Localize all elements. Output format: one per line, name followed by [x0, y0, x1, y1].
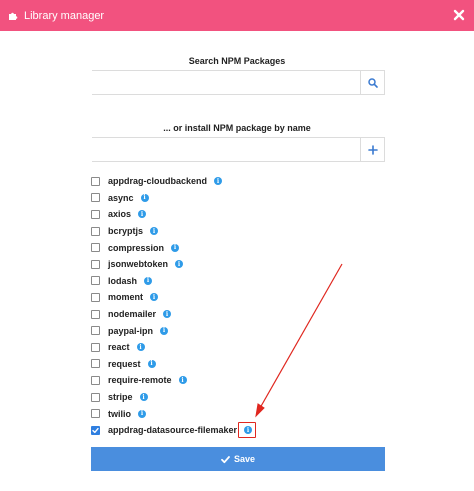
package-checkbox[interactable]	[91, 226, 100, 236]
save-button[interactable]: Save	[91, 447, 385, 471]
package-item: appdrag-datasource-filemaker i	[91, 421, 256, 439]
package-checkbox[interactable]	[91, 292, 100, 302]
package-name: twilio	[108, 408, 131, 419]
package-item: compression i	[91, 239, 252, 256]
info-icon[interactable]: i	[150, 227, 159, 236]
search-field	[92, 70, 385, 95]
package-name: request	[108, 358, 141, 369]
info-icon[interactable]: i	[144, 276, 153, 285]
info-icon[interactable]: i	[150, 293, 159, 302]
info-icon[interactable]: i	[214, 177, 223, 186]
package-checkbox[interactable]	[91, 392, 100, 402]
package-name: appdrag-datasource-filemaker	[108, 425, 238, 436]
info-icon[interactable]: i	[244, 426, 253, 435]
puzzle-icon	[9, 12, 18, 20]
package-item: twilio i	[91, 405, 252, 422]
package-checkbox[interactable]	[91, 409, 100, 419]
info-icon[interactable]: i	[160, 326, 169, 335]
package-name: bcryptjs	[108, 226, 144, 237]
info-icon[interactable]: i	[140, 193, 149, 202]
package-name: jsonwebtoken	[108, 259, 169, 270]
package-item: bcryptjs i	[91, 223, 252, 240]
info-icon[interactable]: i	[175, 260, 184, 269]
package-item: lodash i	[91, 273, 252, 290]
package-name: nodemailer	[108, 309, 157, 320]
info-icon[interactable]: i	[136, 343, 145, 352]
search-icon	[367, 77, 378, 88]
info-icon[interactable]: i	[138, 409, 146, 418]
save-label: Save	[233, 454, 256, 464]
title-bar: Library manager	[0, 0, 474, 31]
package-checkbox[interactable]	[91, 359, 100, 369]
package-item: stripe i	[91, 389, 252, 406]
info-icon[interactable]: i	[147, 359, 156, 368]
package-checkbox[interactable]	[91, 326, 100, 336]
package-name: paypal-ipn	[108, 325, 154, 336]
package-checkbox[interactable]	[91, 209, 100, 219]
package-name: axios	[108, 209, 132, 220]
info-icon[interactable]: i	[171, 243, 180, 252]
package-item: react i	[91, 339, 252, 356]
package-item: require-remote i	[91, 372, 252, 389]
package-checkbox[interactable]	[91, 243, 100, 253]
info-icon[interactable]: i	[178, 376, 187, 385]
check-icon	[221, 455, 230, 464]
package-checkbox[interactable]	[91, 425, 100, 435]
package-checkbox[interactable]	[91, 259, 100, 269]
package-checkbox[interactable]	[91, 276, 100, 286]
package-item: appdrag-cloudbackend i	[91, 173, 252, 190]
package-checkbox[interactable]	[91, 309, 100, 319]
package-name: appdrag-cloudbackend	[108, 176, 208, 187]
package-name: require-remote	[108, 375, 172, 386]
package-checkbox[interactable]	[91, 375, 100, 385]
info-icon[interactable]: i	[139, 393, 148, 402]
package-name: async	[108, 192, 134, 203]
package-name: stripe	[108, 392, 133, 403]
package-item: jsonwebtoken i	[91, 256, 252, 273]
search-input[interactable]	[92, 71, 360, 94]
install-package-input[interactable]	[92, 138, 360, 161]
plus-icon	[367, 144, 378, 155]
package-item: paypal-ipn i	[91, 322, 252, 339]
package-name: compression	[108, 242, 165, 253]
info-icon[interactable]: i	[138, 210, 147, 219]
window-title: Library manager	[24, 9, 105, 22]
search-label: Search NPM Packages	[188, 56, 286, 66]
package-name: lodash	[108, 275, 138, 286]
package-list: appdrag-cloudbackend i async i axios i bcryptj…	[91, 173, 256, 439]
install-field	[92, 137, 385, 162]
search-button[interactable]	[360, 71, 384, 94]
package-name: react	[108, 342, 130, 353]
package-item: moment i	[91, 289, 252, 306]
package-name: moment	[108, 292, 144, 303]
add-package-button[interactable]	[360, 138, 384, 161]
package-item: async i	[91, 190, 252, 207]
package-checkbox[interactable]	[91, 176, 100, 186]
package-checkbox[interactable]	[91, 342, 100, 352]
close-icon[interactable]	[452, 8, 466, 22]
package-checkbox[interactable]	[91, 193, 100, 203]
info-icon[interactable]: i	[163, 310, 172, 319]
install-label: ... or install NPM package by name	[163, 123, 311, 133]
package-item: nodemailer i	[91, 306, 252, 323]
package-item: request i	[91, 356, 252, 373]
package-item: axios i	[91, 206, 252, 223]
